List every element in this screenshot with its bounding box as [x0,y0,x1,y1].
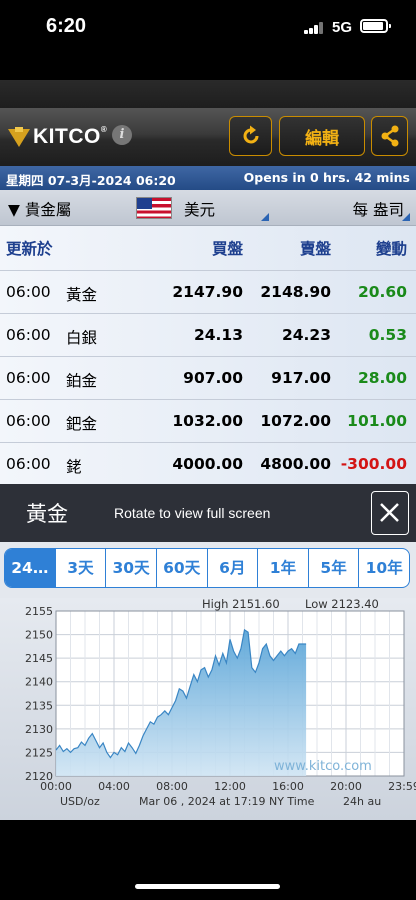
x-tick-label: 12:00 [214,780,246,793]
signal-icon [304,22,324,34]
x-tick-label: 00:00 [40,780,72,793]
status-time: 6:20 [46,15,87,37]
close-icon [380,503,399,522]
y-tick-label: 2155 [25,605,53,618]
row-metal-name: 白銀 [66,329,98,347]
low-label: Low 2123.40 [305,598,379,611]
row-bid: 1032.00 [172,412,243,430]
price-row-silver[interactable]: 06:00 白銀 24.13 24.23 0.53 [0,313,416,356]
range-selector: 24… 3天 30天 60天 6月 1年 5年 10年 [0,542,416,598]
unit-dropdown[interactable]: 每 盎司 [353,198,404,220]
tab-3d[interactable]: 3天 [54,549,106,587]
tab-30d[interactable]: 30天 [105,549,156,587]
y-tick-label: 2145 [25,652,53,665]
metal-category-dropdown[interactable]: ▼ 貴金屬 [8,198,71,220]
price-row-platinum[interactable]: 06:00 鉑金 907.00 917.00 28.00 [0,356,416,399]
row-bid: 907.00 [183,369,243,387]
row-ask: 917.00 [271,369,331,387]
kitco-logo: KITCO® [8,122,107,152]
gold-bar-icon [8,127,30,147]
tab-6m[interactable]: 6月 [206,549,258,587]
currency-dropdown-indicator [261,213,269,221]
price-row-palladium[interactable]: 06:00 鈀金 1032.00 1072.00 101.00 [0,399,416,442]
edit-button[interactable]: 編輯 [279,116,365,156]
currency-dropdown[interactable]: 美元 [184,198,215,220]
y-tick-label: 2140 [25,676,53,689]
home-indicator[interactable] [135,884,280,889]
share-icon [381,125,398,147]
share-button[interactable] [371,116,408,156]
row-ask: 2148.90 [260,283,331,301]
y-tick-label: 2135 [25,699,53,712]
row-ask: 4800.00 [260,455,331,473]
header-change: 變動 [375,240,407,258]
row-change: 28.00 [357,369,407,387]
y-tick-label: 2125 [25,746,53,759]
gold-price-chart: 2120212521302135214021452150215500:00 04:… [25,597,416,808]
refresh-button[interactable] [229,116,272,156]
refresh-icon [243,125,258,144]
unit-dropdown-indicator [402,213,410,221]
price-row-rhodium[interactable]: 06:00 銠 4000.00 4800.00 -300.00 [0,442,416,485]
row-bid: 24.13 [193,326,243,344]
status-bar: 6:20 5G [0,0,416,58]
battery-icon [360,19,391,33]
price-table-header: 更新於 買盤 賣盤 變動 [0,226,416,270]
tab-1y[interactable]: 1年 [257,549,308,587]
chart-panel-header: 黃金 Rotate to view full screen [0,484,416,542]
rotate-hint: Rotate to view full screen [114,505,271,521]
row-ask: 24.23 [281,326,331,344]
tab-24h[interactable]: 24… [5,549,55,587]
row-change: 101.00 [347,412,407,430]
logo-text: KITCO® [33,125,108,148]
row-metal-name: 鉑金 [66,372,98,390]
x-tick-label: 04:00 [98,780,130,793]
high-label: High 2151.60 [202,598,280,611]
tab-10y[interactable]: 10年 [358,549,409,587]
row-time: 06:00 [6,412,51,430]
row-bid: 4000.00 [172,455,243,473]
row-change: 20.60 [357,283,407,301]
chart-area: 2120 2125 2130 2135 2140 2145 2150 2155 00:00 04:… [0,597,416,820]
x-tick-label: 20:00 [330,780,362,793]
row-ask: 1072.00 [260,412,331,430]
info-icon[interactable]: i [112,125,132,145]
price-row-gold[interactable]: 06:00 黃金 2147.90 2148.90 20.60 [0,270,416,313]
row-time: 06:00 [6,455,51,473]
row-time: 06:00 [6,283,51,301]
price-table: 更新於 買盤 賣盤 變動 06:00 黃金 2147.90 2148.90 20… [0,226,416,484]
date-bar: 星期四 07-3月-2024 06:20 Opens in 0 hrs. 42 … [0,166,416,190]
network-label: 5G [332,19,353,36]
current-datetime: 星期四 07-3月-2024 06:20 [6,173,176,188]
header-ask: 賣盤 [299,240,331,258]
row-change: 0.53 [368,326,407,344]
row-metal-name: 銠 [66,458,82,476]
range-tabs: 24… 3天 30天 60天 6月 1年 5年 10年 [4,548,410,588]
row-change: -300.00 [340,455,407,473]
x-tick-label: 08:00 [156,780,188,793]
x-tick-label: 23:59 [388,780,416,793]
tab-5y[interactable]: 5年 [307,549,359,587]
y-tick-label: 2130 [25,723,53,736]
x-tick-label: 16:00 [272,780,304,793]
row-metal-name: 鈀金 [66,415,98,433]
period-label: 24h au [343,795,381,808]
chart-panel-title: 黃金 [26,502,68,526]
header-updated: 更新於 [6,240,53,258]
watermark: www.kitco.com [274,759,372,774]
row-bid: 2147.90 [172,283,243,301]
unit-label: USD/oz [60,795,100,808]
row-metal-name: 黃金 [66,286,98,304]
close-chart-button[interactable] [371,491,409,535]
y-tick-label: 2150 [25,629,53,642]
top-band [0,80,416,108]
chart-date-label: Mar 06 , 2024 at 17:19 NY Time [139,795,315,808]
row-time: 06:00 [6,326,51,344]
header-bid: 買盤 [211,240,243,258]
tab-60d[interactable]: 60天 [155,549,207,587]
market-status: Opens in 0 hrs. 42 mins [243,170,410,185]
row-time: 06:00 [6,369,51,387]
us-flag-icon[interactable] [136,197,172,219]
selector-bar: ▼ 貴金屬 美元 每 盎司 [0,190,416,226]
